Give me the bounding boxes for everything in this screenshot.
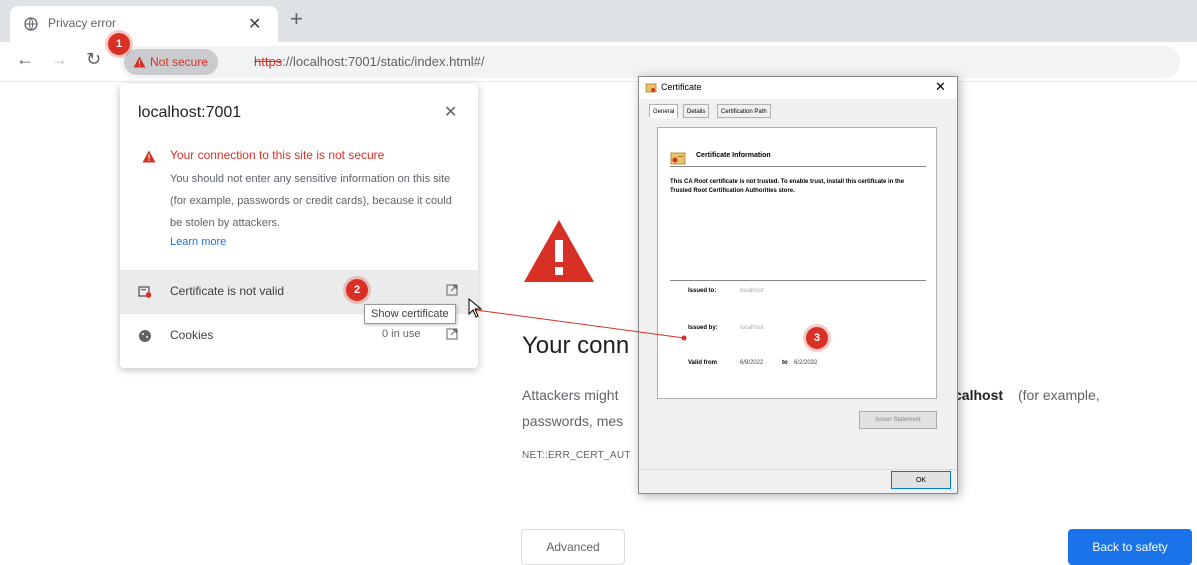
warning-title: Your connection to this site is not secu… (170, 148, 385, 162)
body-suffix: (for example, (1018, 387, 1100, 403)
url-rest: ://localhost:7001/static/index.html#/ (282, 54, 485, 69)
learn-more-link[interactable]: Learn more (170, 236, 226, 248)
issued-by-value: localhost (740, 325, 764, 331)
error-code[interactable]: NET::ERR_CERT_AUT (522, 450, 631, 461)
issued-by-label: Issued by: (688, 325, 718, 331)
valid-to-value: 6/2/2032 (794, 360, 818, 366)
tab-title: Privacy error (48, 16, 117, 30)
certificate-icon (645, 83, 657, 93)
body-host: calhost (954, 387, 1004, 403)
globe-icon (24, 17, 38, 31)
warning-triangle-icon (142, 150, 156, 163)
back-arrow-icon[interactable]: ← (16, 50, 34, 68)
url-text[interactable]: https://localhost:7001/static/index.html… (254, 54, 485, 69)
open-external-icon[interactable] (446, 328, 458, 340)
step-marker-2: 2 (346, 279, 368, 301)
close-icon[interactable]: ✕ (935, 79, 946, 95)
address-bar[interactable]: Not secure https://localhost:7001/static… (120, 46, 1180, 78)
not-secure-chip[interactable]: Not secure (124, 49, 219, 75)
general-panel: Certificate Information This CA Root cer… (657, 127, 937, 399)
cookies-label: Cookies (170, 328, 214, 342)
info-title: Certificate Information (696, 152, 771, 159)
ok-button[interactable]: OK (891, 471, 951, 489)
warning-body: You should not enter any sensitive infor… (170, 173, 452, 229)
dialog-title: Certificate (661, 82, 702, 92)
tab-certification-path[interactable]: Certification Path (717, 104, 771, 118)
divider (670, 166, 926, 167)
forward-arrow-icon[interactable]: → (50, 50, 68, 68)
mouse-pointer-icon (468, 298, 482, 318)
tab-general[interactable]: General (649, 104, 679, 118)
cookies-count: 0 in use (382, 328, 421, 340)
browser-toolbar: ← → ↻ Not secure https://localhost:7001/… (0, 42, 1197, 82)
site-host: localhost:7001 (138, 104, 242, 121)
tab-details[interactable]: Details (683, 104, 710, 118)
reload-icon[interactable]: ↻ (86, 50, 101, 68)
dialog-titlebar[interactable]: Certificate ✕ (639, 77, 957, 99)
new-tab-button[interactable]: + (290, 8, 303, 30)
back-to-safety-button[interactable]: Back to safety (1068, 529, 1192, 565)
divider (670, 280, 926, 281)
advanced-button[interactable]: Advanced (521, 529, 625, 565)
info-text: This CA Root certificate is not trusted.… (670, 179, 905, 194)
url-scheme: https (254, 54, 283, 69)
close-icon[interactable]: ✕ (248, 14, 261, 34)
certificate-icon (138, 286, 152, 298)
valid-from-value: 6/9/2022 (740, 360, 764, 366)
certificate-icon (670, 152, 686, 165)
open-external-icon[interactable] (446, 284, 458, 296)
certificate-label: Certificate is not valid (170, 284, 285, 298)
body-line-1: Attackers might (522, 387, 619, 403)
site-info-popup: localhost:7001 ✕ Your connection to this… (120, 84, 478, 368)
cookie-icon (139, 330, 151, 342)
warning-triangle-icon (133, 56, 146, 68)
certificate-dialog: Certificate ✕ General Details Certificat… (638, 76, 958, 494)
tab-strip: Privacy error ✕ + (0, 0, 1197, 42)
warning-triangle-icon (524, 220, 594, 282)
not-secure-label: Not secure (150, 55, 209, 69)
show-certificate-tooltip: Show certificate (364, 304, 456, 324)
body-line-2: passwords, mes (522, 413, 624, 429)
issued-to-label: Issued to: (688, 288, 717, 294)
close-icon[interactable]: ✕ (444, 102, 457, 122)
issued-to-value: localhost (740, 288, 764, 294)
page-title: Your conn (522, 332, 630, 359)
step-marker-1: 1 (108, 33, 130, 55)
tab-privacy-error[interactable]: Privacy error ✕ (10, 6, 278, 42)
valid-from-label: Valid from (688, 360, 718, 366)
step-marker-3: 3 (806, 327, 828, 349)
issuer-statement-button: Issuer Statement (859, 411, 937, 429)
valid-to-label: to (782, 360, 788, 366)
